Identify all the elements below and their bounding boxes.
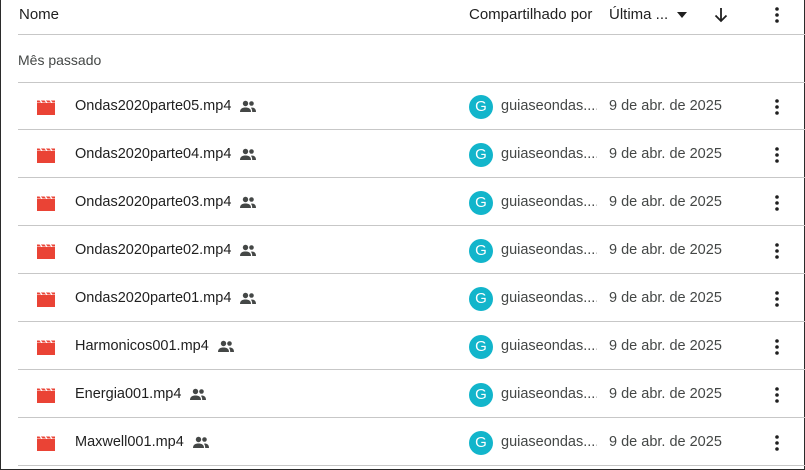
- modified-date: 9 de abr. de 2025: [609, 338, 722, 354]
- row-divider: [18, 417, 805, 418]
- shared-people-icon: [240, 292, 256, 304]
- modified-date: 9 de abr. de 2025: [609, 386, 722, 402]
- file-name[interactable]: Ondas2020parte02.mp4: [75, 242, 231, 258]
- file-row[interactable]: Ondas2020parte04.mp4 G guiaseondas.... 9…: [18, 131, 805, 178]
- file-name[interactable]: Ondas2020parte03.mp4: [75, 194, 231, 210]
- group-label: Mês passado: [18, 52, 102, 68]
- more-vert-icon[interactable]: [768, 432, 786, 454]
- video-file-icon: [37, 148, 55, 163]
- shared-people-icon: [193, 436, 209, 448]
- video-file-icon: [37, 340, 55, 355]
- owner-avatar[interactable]: G: [469, 287, 493, 311]
- owner-avatar[interactable]: G: [469, 95, 493, 119]
- shared-people-icon: [240, 196, 256, 208]
- shared-people-icon: [218, 340, 234, 352]
- video-file-icon: [37, 436, 55, 451]
- owner-name: guiaseondas....: [501, 146, 597, 162]
- more-vert-icon[interactable]: [768, 384, 786, 406]
- row-divider: [18, 225, 805, 226]
- modified-date: 9 de abr. de 2025: [609, 434, 722, 450]
- file-name[interactable]: Maxwell001.mp4: [75, 434, 184, 450]
- owner-avatar[interactable]: G: [469, 335, 493, 359]
- row-divider: [18, 273, 805, 274]
- more-vert-icon[interactable]: [768, 336, 786, 358]
- file-row[interactable]: Energia001.mp4 G guiaseondas.... 9 de ab…: [18, 371, 805, 418]
- caret-down-icon[interactable]: [675, 8, 689, 22]
- file-row[interactable]: Ondas2020parte05.mp4 G guiaseondas.... 9…: [18, 83, 805, 130]
- column-header-last-modified[interactable]: Última ...: [609, 6, 668, 23]
- file-name[interactable]: Harmonicos001.mp4: [75, 338, 209, 354]
- modified-date: 9 de abr. de 2025: [609, 194, 722, 210]
- owner-avatar[interactable]: G: [469, 191, 493, 215]
- owner-name: guiaseondas....: [501, 194, 597, 210]
- more-vert-icon[interactable]: [768, 144, 786, 166]
- owner-avatar[interactable]: G: [469, 383, 493, 407]
- list-header: Nome Compartilhado por Última ...: [0, 0, 805, 34]
- header-divider: [18, 34, 805, 35]
- video-file-icon: [37, 196, 55, 211]
- row-divider: [18, 321, 805, 322]
- column-header-name[interactable]: Nome: [19, 6, 59, 23]
- file-row[interactable]: Maxwell001.mp4 G guiaseondas.... 9 de ab…: [18, 419, 805, 466]
- video-file-icon: [37, 388, 55, 403]
- arrow-down-icon[interactable]: [712, 5, 730, 25]
- file-name[interactable]: Ondas2020parte01.mp4: [75, 290, 231, 306]
- modified-date: 9 de abr. de 2025: [609, 146, 722, 162]
- owner-avatar[interactable]: G: [469, 143, 493, 167]
- shared-people-icon: [240, 148, 256, 160]
- file-row[interactable]: Ondas2020parte02.mp4 G guiaseondas.... 9…: [18, 227, 805, 274]
- owner-avatar[interactable]: G: [469, 239, 493, 263]
- owner-name: guiaseondas....: [501, 434, 597, 450]
- file-name[interactable]: Energia001.mp4: [75, 386, 181, 402]
- owner-name: guiaseondas....: [501, 386, 597, 402]
- video-file-icon: [37, 100, 55, 115]
- row-divider: [18, 465, 805, 466]
- row-divider: [18, 129, 805, 130]
- shared-people-icon: [240, 100, 256, 112]
- file-name[interactable]: Ondas2020parte04.mp4: [75, 146, 231, 162]
- more-vert-icon[interactable]: [768, 288, 786, 310]
- owner-avatar[interactable]: G: [469, 431, 493, 455]
- modified-date: 9 de abr. de 2025: [609, 242, 722, 258]
- more-vert-icon[interactable]: [768, 240, 786, 262]
- more-vert-icon[interactable]: [768, 5, 786, 25]
- file-row[interactable]: Harmonicos001.mp4 G guiaseondas.... 9 de…: [18, 323, 805, 370]
- more-vert-icon[interactable]: [768, 96, 786, 118]
- owner-name: guiaseondas....: [501, 338, 597, 354]
- video-file-icon: [37, 292, 55, 307]
- modified-date: 9 de abr. de 2025: [609, 98, 722, 114]
- owner-name: guiaseondas....: [501, 290, 597, 306]
- column-header-shared-by[interactable]: Compartilhado por: [469, 6, 592, 23]
- row-divider: [18, 177, 805, 178]
- row-divider: [18, 369, 805, 370]
- video-file-icon: [37, 244, 55, 259]
- shared-people-icon: [240, 244, 256, 256]
- file-row[interactable]: Ondas2020parte03.mp4 G guiaseondas.... 9…: [18, 179, 805, 226]
- modified-date: 9 de abr. de 2025: [609, 290, 722, 306]
- owner-name: guiaseondas....: [501, 242, 597, 258]
- more-vert-icon[interactable]: [768, 192, 786, 214]
- file-row[interactable]: Ondas2020parte01.mp4 G guiaseondas.... 9…: [18, 275, 805, 322]
- owner-name: guiaseondas....: [501, 98, 597, 114]
- shared-people-icon: [190, 388, 206, 400]
- file-name[interactable]: Ondas2020parte05.mp4: [75, 98, 231, 114]
